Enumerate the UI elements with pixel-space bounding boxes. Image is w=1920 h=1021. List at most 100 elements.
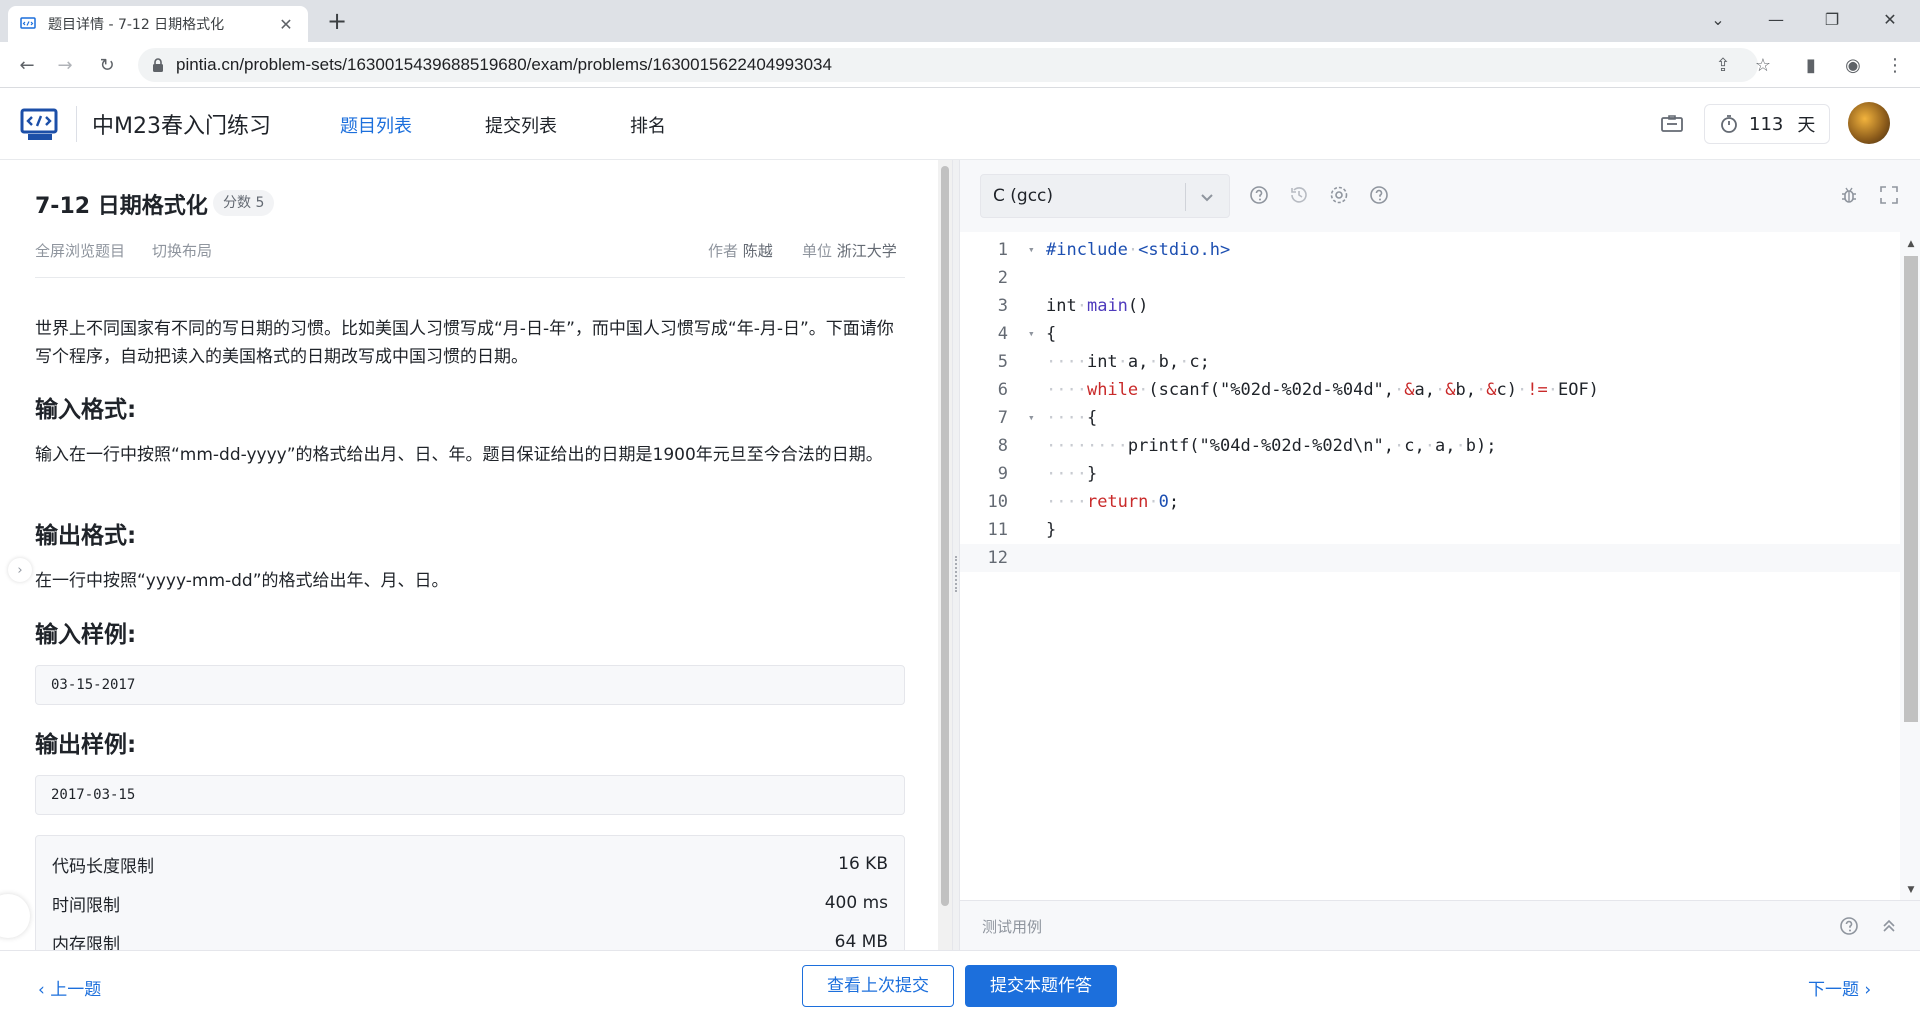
- input-format-text: 输入在一行中按照“mm-dd-yyyy”的格式给出月、日、年。题目保证给出的日期…: [35, 445, 883, 465]
- browser-tab-title: 题目详情 - 7-12 日期格式化: [48, 17, 225, 33]
- window-close-icon[interactable]: ✕: [1862, 0, 1918, 38]
- limit-label: 代码长度限制: [52, 856, 154, 877]
- sample-input-block[interactable]: 03-15-2017: [35, 665, 905, 705]
- scroll-up-arrow-icon[interactable]: ▲: [1904, 238, 1918, 250]
- fold-toggle-icon[interactable]: ▾: [1028, 320, 1040, 348]
- line-number: 4: [997, 324, 1008, 344]
- pane-splitter[interactable]: [952, 160, 960, 950]
- reload-icon[interactable]: ↻: [92, 50, 122, 80]
- view-last-submission-button[interactable]: 查看上次提交: [802, 965, 954, 1007]
- limit-row: 时间限制 400 ms: [52, 889, 888, 917]
- problem-pane: 7-12 日期格式化 分数 5 全屏浏览题目 切换布局 作者 陈越 单位 浙江大…: [0, 160, 940, 950]
- address-bar[interactable]: pintia.cn/problem-sets/16300154396885196…: [138, 48, 1758, 82]
- code-text: {: [1046, 324, 1057, 344]
- next-problem-link[interactable]: 下一题 ›: [1808, 975, 1871, 1000]
- nav-problem-list[interactable]: 题目列表: [340, 112, 412, 138]
- submit-answer-button[interactable]: 提交本题作答: [965, 965, 1117, 1007]
- scroll-down-arrow-icon[interactable]: ▼: [1904, 884, 1918, 896]
- bookmark-star-icon[interactable]: ☆: [1748, 50, 1778, 80]
- fold-toggle-icon[interactable]: ▾: [1028, 404, 1040, 432]
- test-help-icon[interactable]: [1838, 915, 1860, 937]
- tab-search-chevron-icon[interactable]: ⌄: [1690, 0, 1746, 38]
- test-case-bar[interactable]: 测试用例: [960, 900, 1920, 950]
- switch-layout-link[interactable]: 切换布局: [152, 240, 212, 261]
- expand-sidebar-chevron-icon[interactable]: ›: [8, 558, 32, 582]
- avatar[interactable]: [1848, 102, 1890, 144]
- code-text: ····while·(scanf("%02d-%02d-%04d",·&a,·&…: [1046, 380, 1599, 400]
- nav-ranking[interactable]: 排名: [630, 112, 666, 138]
- collapse-up-icon[interactable]: [1878, 915, 1900, 937]
- stopwatch-icon: [1721, 115, 1737, 133]
- org-name: 浙江大学: [836, 242, 897, 260]
- sample-output-heading: 输出样例:: [35, 732, 137, 758]
- author-label: 作者: [708, 242, 739, 260]
- line-number: 6: [997, 380, 1008, 400]
- line-number: 8: [997, 436, 1008, 456]
- next-problem-label: 下一题: [1808, 980, 1859, 1000]
- code-text: #include·<stdio.h>: [1046, 240, 1231, 260]
- org-label: 单位: [802, 242, 833, 260]
- code-text: ····}: [1046, 464, 1098, 484]
- chevron-right-icon: ›: [1864, 980, 1872, 1000]
- fullscreen-view-link[interactable]: 全屏浏览题目: [35, 240, 125, 261]
- language-select[interactable]: C (gcc): [980, 174, 1230, 218]
- chevron-down-icon[interactable]: [1197, 187, 1217, 207]
- timer-value: 113: [1749, 113, 1784, 135]
- limit-value: 64 MB: [834, 932, 888, 950]
- code-line[interactable]: 4 ▾ {: [960, 320, 1900, 348]
- fold-toggle-icon[interactable]: ▾: [1028, 236, 1040, 264]
- line-number: 5: [997, 352, 1008, 372]
- sample-output-block[interactable]: 2017-03-15: [35, 775, 905, 815]
- course-title: 中M23春入门练习: [92, 114, 271, 139]
- splitter-grip-icon[interactable]: [955, 556, 957, 592]
- editor-scrollbar-thumb[interactable]: [1904, 256, 1918, 722]
- restore-icon[interactable]: ❐: [1804, 0, 1860, 38]
- share-icon[interactable]: ⇪: [1708, 50, 1738, 80]
- help-circle-icon[interactable]: [1248, 184, 1270, 206]
- fullscreen-icon[interactable]: [1878, 184, 1900, 206]
- problem-scrollbar-thumb[interactable]: [941, 166, 949, 906]
- code-line[interactable]: 11}: [960, 516, 1900, 544]
- prev-problem-link[interactable]: ‹ 上一题: [38, 975, 101, 1000]
- nav-submission-list[interactable]: 提交列表: [485, 112, 557, 138]
- editor-toolbar: C (gcc): [960, 160, 1920, 232]
- ticket-icon[interactable]: [1658, 110, 1686, 138]
- profile-icon[interactable]: ◉: [1838, 50, 1868, 80]
- code-line[interactable]: 6 ····while·(scanf("%02d-%02d-%04d",·&a,·…: [960, 376, 1900, 404]
- code-text: ····int·a,·b,·c;: [1046, 352, 1210, 372]
- score-badge: 分数 5: [213, 190, 275, 216]
- code-line[interactable]: 10 ····return·0;: [960, 488, 1900, 516]
- test-case-label: 测试用例: [982, 918, 1043, 936]
- author-name: 陈越: [742, 242, 773, 260]
- code-text: ····return·0;: [1046, 492, 1180, 512]
- new-tab-icon[interactable]: +: [322, 8, 352, 34]
- code-line[interactable]: 12: [960, 544, 1900, 572]
- settings-gear-icon[interactable]: [1328, 184, 1350, 206]
- code-line[interactable]: 9 ····}: [960, 460, 1900, 488]
- code-text: ········printf("%04d-%02d-%02d\n",·c,·a,…: [1046, 436, 1497, 456]
- language-value: C (gcc): [993, 186, 1054, 206]
- browser-toolbar: ← → ↻ pintia.cn/problem-sets/16300154396…: [0, 42, 1920, 88]
- forward-arrow-icon[interactable]: →: [50, 50, 80, 80]
- question-icon[interactable]: [1368, 184, 1390, 206]
- side-panel-icon[interactable]: ▮: [1796, 50, 1826, 80]
- debug-bug-icon[interactable]: [1838, 184, 1860, 206]
- pta-logo-icon[interactable]: [20, 108, 60, 142]
- code-line[interactable]: 8 ········printf("%04d-%02d-%02d\n",·c,·a…: [960, 432, 1900, 460]
- code-line[interactable]: 5 ····int·a,·b,·c;: [960, 348, 1900, 376]
- code-line[interactable]: 2: [960, 264, 1900, 292]
- code-editor[interactable]: 1 ▾ #include·<stdio.h> 2 3 int·main() 4 ▾ {5 ····…: [960, 232, 1900, 900]
- history-icon[interactable]: [1288, 184, 1310, 206]
- browser-menu-icon[interactable]: ⋮: [1880, 50, 1910, 80]
- lock-icon: [153, 58, 163, 72]
- browser-tab-active[interactable]: 题目详情 - 7-12 日期格式化 ✕: [8, 6, 308, 42]
- code-line[interactable]: 1 ▾ #include·<stdio.h>: [960, 236, 1900, 264]
- line-number: 3: [997, 296, 1008, 316]
- back-arrow-icon[interactable]: ←: [12, 50, 42, 80]
- output-format-heading: 输出格式:: [35, 523, 137, 549]
- header-divider: [76, 106, 77, 142]
- minimize-icon[interactable]: —: [1748, 0, 1804, 38]
- code-line[interactable]: 3 int·main(): [960, 292, 1900, 320]
- tab-close-icon[interactable]: ✕: [276, 15, 296, 34]
- code-line[interactable]: 7 ▾ ····{: [960, 404, 1900, 432]
